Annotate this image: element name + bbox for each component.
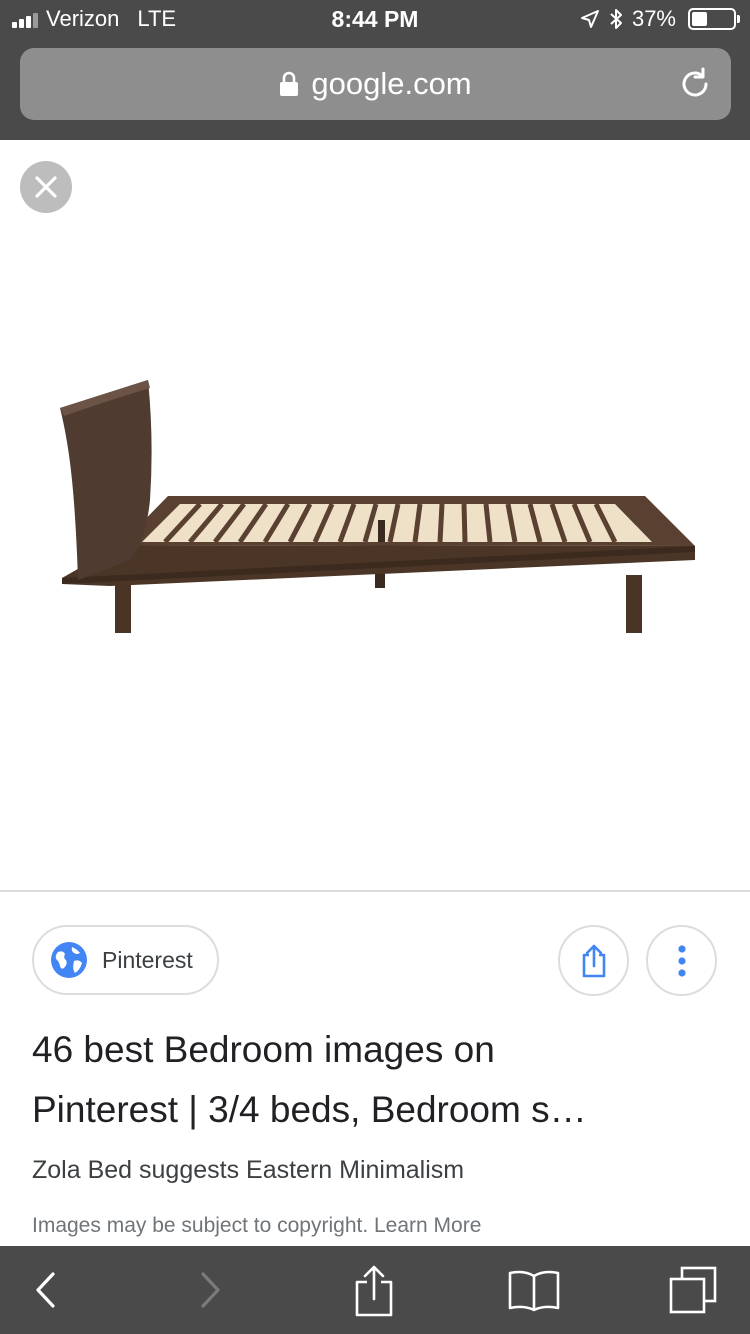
bookmarks-button[interactable] [489, 1246, 579, 1334]
more-vert-icon [677, 944, 686, 977]
battery-fill [692, 12, 707, 26]
result-title[interactable]: 46 best Bedroom images on Pinterest | 3/… [32, 1020, 722, 1140]
close-button[interactable] [20, 161, 72, 213]
reload-icon[interactable] [677, 66, 713, 102]
address-domain[interactable]: google.com [311, 66, 471, 102]
bed-image[interactable] [50, 370, 710, 660]
share-page-button[interactable] [329, 1246, 419, 1334]
address-bar[interactable]: google.com [20, 48, 731, 120]
source-label[interactable]: Pinterest [102, 947, 193, 974]
back-icon [36, 1272, 55, 1308]
copyright-notice[interactable]: Images may be subject to copyright. Lear… [32, 1214, 722, 1238]
globe-icon [51, 942, 87, 978]
forward-icon [201, 1272, 220, 1308]
bluetooth-icon [610, 9, 622, 29]
source-chip[interactable]: Pinterest [32, 925, 219, 995]
location-arrow-icon [580, 10, 599, 28]
bottom-toolbar [0, 1246, 750, 1334]
result-subtitle: Zola Bed suggests Eastern Minimalism [32, 1156, 465, 1184]
close-icon [35, 176, 57, 198]
tabs-button[interactable] [648, 1246, 738, 1334]
image-viewer [0, 140, 750, 890]
address-content[interactable]: google.com [20, 48, 731, 120]
share-result-button[interactable] [558, 925, 629, 996]
share-icon [582, 944, 605, 977]
bookmarks-icon [508, 1270, 560, 1312]
forward-button[interactable] [166, 1246, 256, 1334]
battery-icon [688, 8, 740, 30]
lock-icon [280, 71, 299, 96]
result-title-line-2[interactable]: Pinterest | 3/4 beds, Bedroom s… [32, 1080, 722, 1140]
battery-percentage: 37% [631, 6, 676, 31]
divider [0, 890, 750, 892]
back-button[interactable] [0, 1246, 90, 1334]
browser-top-chrome: Verizon LTE 8:44 PM 37% google.com [0, 0, 750, 140]
share-icon [355, 1265, 393, 1317]
result-title-line-1[interactable]: 46 best Bedroom images on [32, 1020, 722, 1080]
more-options-button[interactable] [646, 925, 717, 996]
status-right: 37% [580, 6, 740, 32]
status-bar: Verizon LTE 8:44 PM 37% [0, 0, 750, 40]
tabs-icon [669, 1266, 717, 1314]
